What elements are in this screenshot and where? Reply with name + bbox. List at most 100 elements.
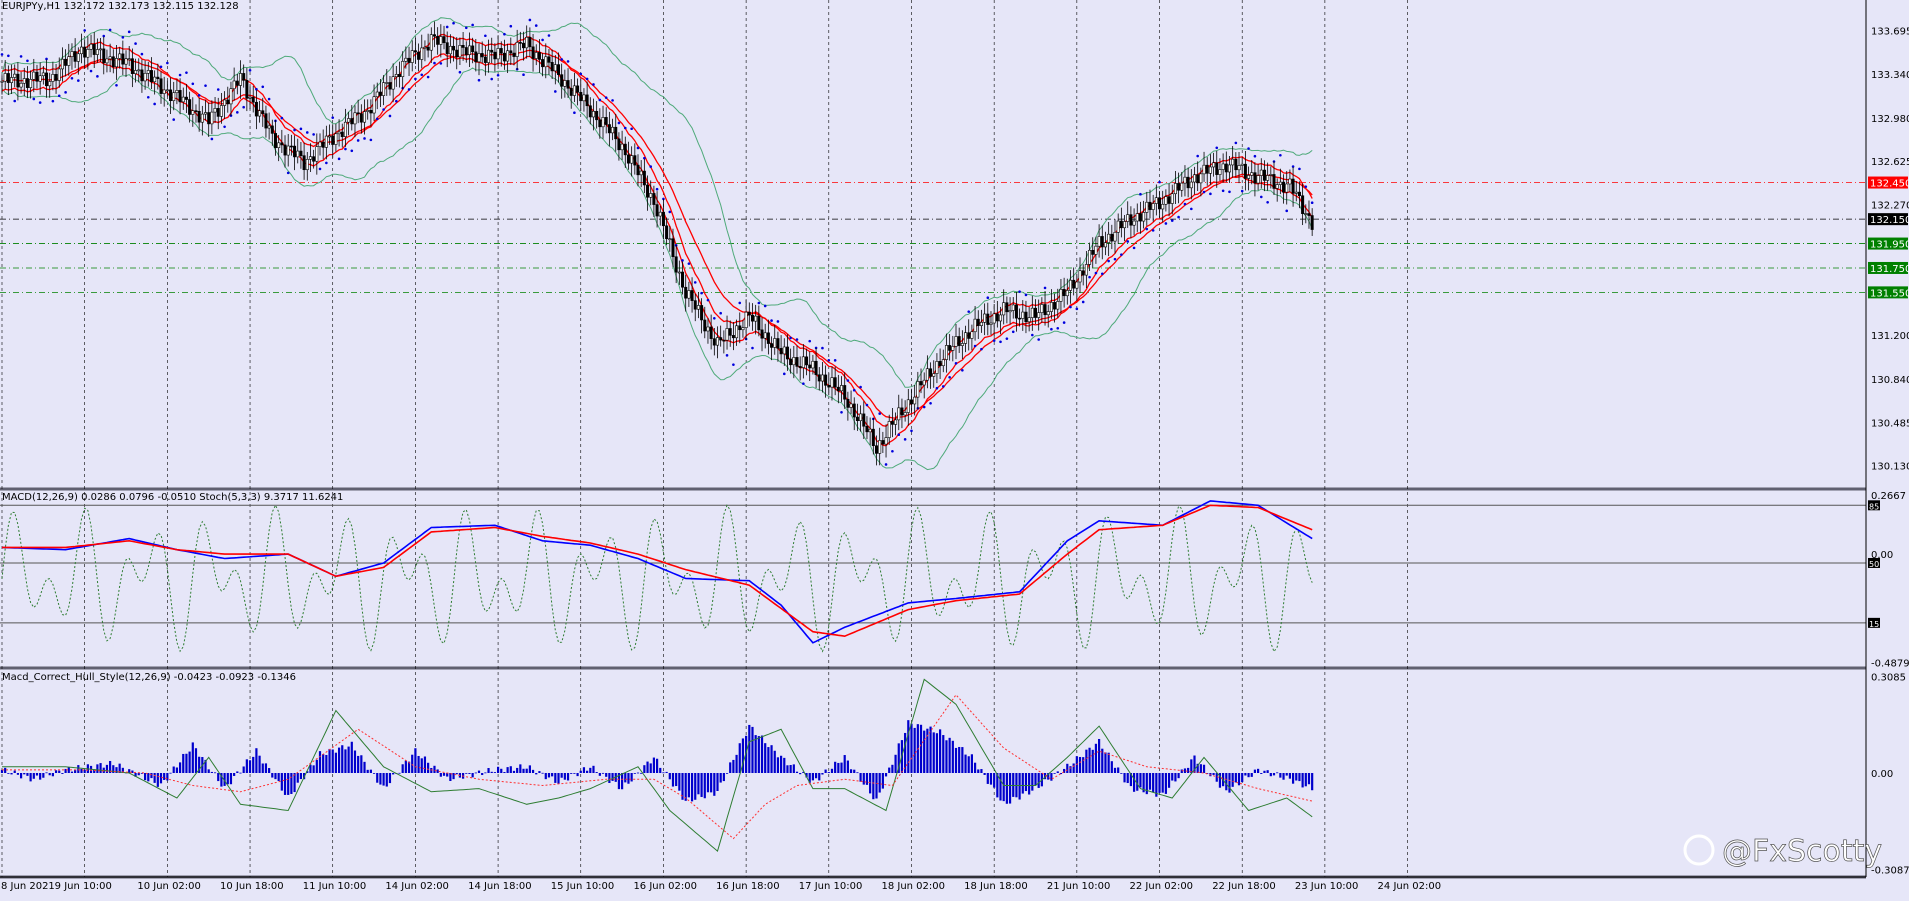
candle-body [308,156,312,160]
candle-body [1158,197,1162,210]
hull-hist-bar [780,755,783,773]
hull-hist-bar [379,773,382,785]
psar-dot [414,77,417,81]
candle-body [820,374,824,382]
candle-body [1288,178,1292,185]
hull-macd-pane[interactable] [0,678,1314,852]
hull-hist-bar [77,765,80,773]
hull-hist-bar [570,773,573,774]
psar-dot [1024,293,1028,297]
hull-hist-bar [442,773,446,776]
psar-dot [445,25,449,29]
hull-hist-bar [754,735,757,773]
candle-body [633,155,637,166]
hull-hist-bar [837,762,840,773]
candle-body [585,94,589,107]
candle-body [855,416,859,422]
candle-body [1215,162,1219,175]
hull-hist-bar [786,765,789,773]
hull-hist-bar [29,773,32,782]
psar-dot [617,121,621,125]
psar-dot [598,98,602,102]
candle-body [1075,281,1079,289]
candle-body [16,73,20,88]
psar-dot [935,386,939,390]
hull-hist-bar [1104,752,1107,773]
candle-body [347,118,351,123]
candle-body [423,46,427,49]
hull-hist-bar [652,757,655,773]
candle-body [474,51,478,63]
hull-hist-bar [213,772,217,774]
candle-body [614,126,618,140]
candle-body [741,327,745,331]
candle-body [235,80,239,86]
candle-body [909,399,913,405]
candle-body [693,300,697,310]
candle-body [169,89,173,102]
candle-body [13,73,17,78]
psar-dot [528,18,532,22]
candle-body [795,357,799,367]
candle-body [687,290,691,299]
psar-dot [929,401,932,405]
candle-body [448,45,452,55]
price-pane-title: EURJPYy,H1 132.172 132.173 132.115 132.1… [2,1,239,12]
candle-body [270,125,274,134]
candle-body [903,412,907,416]
psar-dot [1221,189,1225,193]
candle-body [124,58,128,65]
hull-hist-bar [331,749,334,773]
hull-hist-bar [528,765,531,773]
candle-body [626,154,630,164]
hull-hist-bar [1180,769,1183,773]
candle-body [35,71,39,82]
candle-body [1301,195,1305,214]
candle-body [458,45,462,58]
candle-body [960,343,964,346]
hull-hist-bar [713,773,716,796]
hull-hist-bar [1260,773,1263,774]
candle-body [363,111,367,123]
hull-hist-bar [544,773,547,780]
hull-hist-bar [789,764,792,773]
psar-dot [1132,246,1136,250]
hull-hist-bar [579,770,582,773]
candle-body [1145,201,1149,213]
hull-hist-bar [239,772,242,774]
macd-stoch-pane[interactable] [0,500,1866,653]
hull-hist-bar [1167,773,1171,788]
candle-body [200,113,204,123]
psar-dot [821,346,824,350]
hull-hist-bar [1034,773,1037,786]
candle-body [57,68,61,81]
hull-hist-bar [818,773,821,781]
candle-body [738,325,742,331]
hull-hist-bar [1285,773,1288,776]
time-tick-label: 17 Jun 10:00 [799,881,863,892]
psar-dot [388,114,392,118]
psar-dot [108,28,112,32]
time-tick-label: 21 Jun 10:00 [1047,881,1111,892]
candle-body [388,82,392,90]
price-tick-label: 132.270 [1871,201,1909,212]
candle-body [1250,172,1254,176]
hull-hist-bar [105,764,109,773]
psar-dot [1215,146,1219,150]
psar-dot [13,99,17,103]
candle-body [986,313,990,325]
candle-body [1240,163,1244,166]
hull-hist-bar [1031,773,1034,791]
psar-dot [1062,321,1066,324]
hull-hist-bar [655,758,659,773]
time-tick-label: 11 Jun 10:00 [303,881,367,892]
hull-hist-bar [878,773,881,793]
psar-dot [1196,154,1199,158]
hull-hist-bar [671,773,675,787]
psar-dot [1304,185,1308,188]
candle-body [1231,158,1235,166]
candle-body [709,326,713,339]
psar-dot [293,128,296,132]
candle-body [1291,178,1295,194]
candle-body [493,51,497,60]
